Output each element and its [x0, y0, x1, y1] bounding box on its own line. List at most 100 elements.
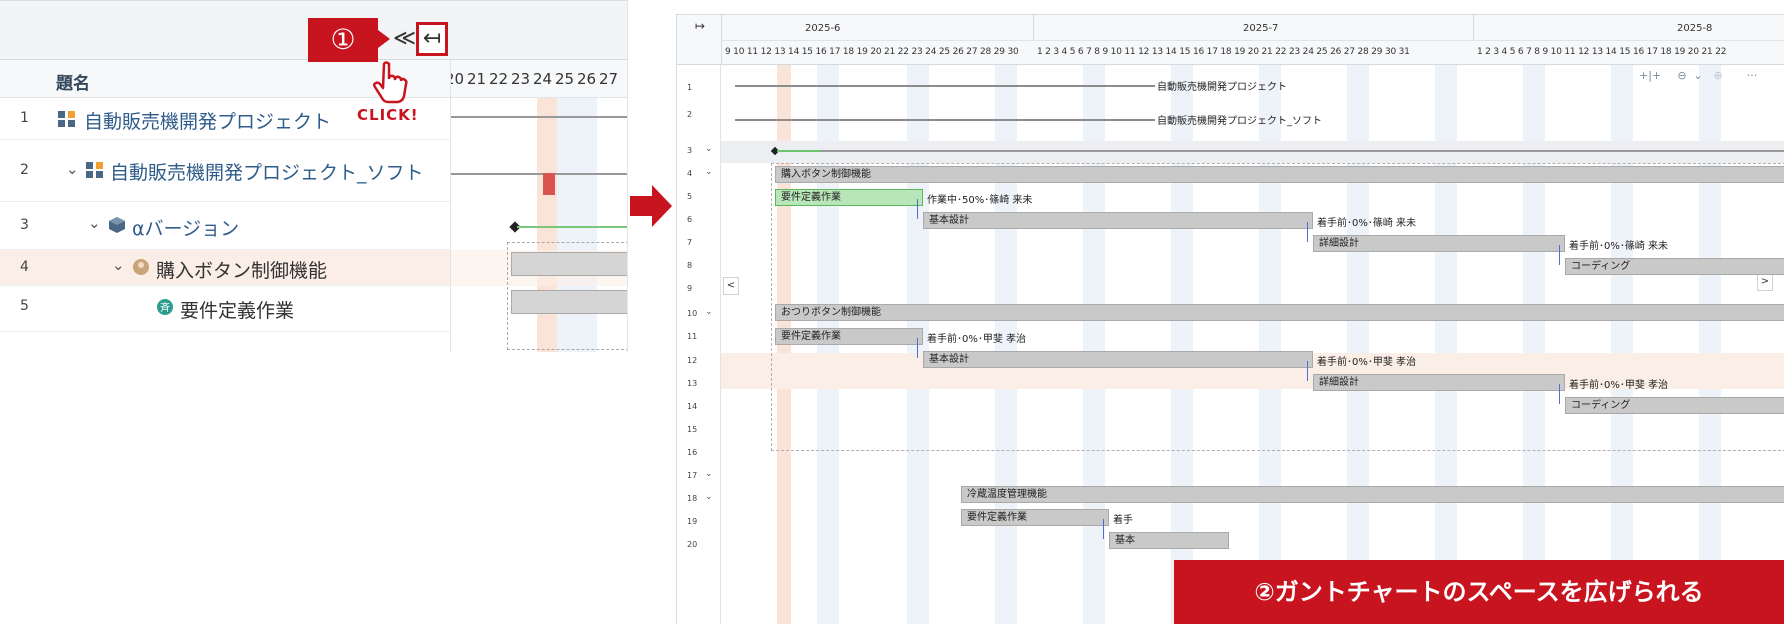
task-label[interactable]: 自動販売機開発プロジェクト_ソフト: [110, 158, 424, 185]
day-label: 22: [489, 70, 509, 88]
collapse-left-button[interactable]: ≪: [393, 28, 416, 50]
svg-text:斉: 斉: [160, 301, 170, 314]
task-bar[interactable]: 要件定義作業: [775, 189, 923, 206]
project-bar[interactable]: [451, 173, 627, 175]
chevron-down-icon[interactable]: ⌄: [705, 469, 713, 479]
zoom-dropdown-icon[interactable]: ⌄: [1691, 67, 1705, 85]
task-bar[interactable]: [511, 290, 627, 314]
dependency-connector: [1559, 245, 1560, 265]
task-bar[interactable]: 詳細設計: [1313, 235, 1565, 252]
month-label: 2025-7: [1243, 23, 1279, 34]
task-label[interactable]: 購入ボタン制御機能: [156, 256, 327, 283]
task-status: 着手前･0%･篠崎 来未: [1317, 218, 1417, 229]
dependency-connector: [1103, 519, 1104, 539]
day-label: 24: [533, 70, 553, 88]
task-row[interactable]: 4 ⌄ 購入ボタン制御機能: [0, 250, 450, 286]
chevron-down-icon[interactable]: ⌄: [66, 160, 79, 178]
version-progress: [777, 150, 821, 152]
version-cube-icon: [108, 216, 128, 234]
task-list-panel: 題名 1 自動販売機開発プロジェクト 2 ⌄ 自動販売機開発プロジェクト_ソフト…: [0, 0, 628, 352]
task-row[interactable]: 5 斉 要件定義作業: [0, 286, 450, 332]
row-number: 5: [20, 298, 29, 314]
task-status: 着手前･0%･甲斐 孝治: [927, 334, 1027, 345]
day-label: 23: [511, 70, 531, 88]
row-number: 10: [687, 309, 698, 318]
dependency-connector: [917, 199, 918, 219]
month-label: 2025-6: [805, 23, 841, 34]
day-labels-june: 9 10 11 12 13 14 15 16 17 18 19 20 21 22…: [725, 47, 1019, 57]
row-number: 3: [20, 217, 29, 233]
row-number: 1: [687, 83, 693, 92]
project-bar[interactable]: [735, 85, 1155, 87]
feature-avatar-icon: [132, 258, 152, 276]
row-number: 4: [20, 259, 29, 275]
chevron-down-icon[interactable]: ⌄: [705, 167, 713, 177]
chevron-down-icon[interactable]: ⌄: [112, 256, 125, 274]
day-label: 25: [555, 70, 575, 88]
project-bar[interactable]: [735, 119, 1155, 121]
fit-icon[interactable]: +|+: [1639, 67, 1661, 85]
task-bar[interactable]: 基本設計: [923, 212, 1313, 229]
gantt-chart-expanded: ↦ 2025-6 2025-7 2025-8 9 10 11 12 13 14 …: [676, 14, 1784, 624]
scroll-left-button[interactable]: <: [723, 277, 739, 295]
task-bar[interactable]: [511, 252, 627, 276]
zoom-out-icon[interactable]: ⊖: [1673, 67, 1691, 85]
row-number: 19: [687, 517, 698, 526]
timeline-header: ↦ 2025-6 2025-7 2025-8 9 10 11 12 13 14 …: [677, 15, 1784, 65]
task-bar[interactable]: コーディング: [1565, 397, 1784, 414]
task-status: 着手前･0%･篠崎 来未: [1569, 241, 1669, 252]
chevron-down-icon[interactable]: ⌄: [705, 307, 713, 317]
task-bar[interactable]: 詳細設計: [1313, 374, 1565, 391]
title-column-header: 題名: [56, 74, 90, 94]
more-options-icon[interactable]: ···: [1741, 67, 1763, 85]
row-number-column: [677, 65, 721, 624]
task-label[interactable]: 要件定義作業: [180, 296, 294, 323]
zoom-in-icon[interactable]: ⊕: [1709, 67, 1727, 85]
version-bar[interactable]: [517, 226, 627, 228]
row-number: 6: [687, 215, 693, 224]
task-bar[interactable]: コーディング: [1565, 258, 1784, 275]
click-label: CLICK!: [357, 106, 419, 124]
feature-bar[interactable]: おつりボタン制御機能: [775, 304, 1784, 321]
task-status: 着手前･0%･甲斐 孝治: [1317, 357, 1417, 368]
task-bar[interactable]: 要件定義作業: [961, 509, 1109, 526]
project-bar[interactable]: [451, 116, 627, 118]
project-icon: [58, 110, 78, 128]
collapse-panel-button[interactable]: ↤: [416, 22, 448, 56]
row-number: 2: [20, 162, 29, 178]
chevron-down-icon[interactable]: ⌄: [705, 144, 713, 154]
chevron-down-icon[interactable]: ⌄: [705, 492, 713, 502]
mini-gantt-area: 20 21 22 23 24 25 26 27: [450, 60, 627, 352]
row-number: 8: [687, 261, 693, 270]
task-label[interactable]: 自動販売機開発プロジェクト: [84, 107, 331, 134]
task-bar[interactable]: 要件定義作業: [775, 328, 923, 345]
dependency-connector: [1559, 384, 1560, 404]
task-row[interactable]: 3 ⌄ αバージョン: [0, 202, 450, 250]
marker: [543, 173, 555, 195]
expand-panel-button[interactable]: ↦: [695, 19, 705, 33]
dependency-connector: [1307, 222, 1308, 242]
feature-bar[interactable]: 冷蔵温度管理機能: [961, 486, 1784, 503]
row-number: 11: [687, 332, 698, 341]
task-bar[interactable]: 基本設計: [923, 351, 1313, 368]
feature-bar[interactable]: 購入ボタン制御機能: [775, 166, 1784, 183]
version-bar[interactable]: [777, 150, 1784, 152]
task-badge-icon: 斉: [156, 298, 176, 316]
row-number: 7: [687, 238, 693, 247]
right-arrow-icon: [630, 185, 672, 231]
task-status: 着手前･0%･甲斐 孝治: [1569, 380, 1669, 391]
day-label: 26: [577, 70, 597, 88]
day-label: 20: [451, 70, 465, 88]
chevron-down-icon[interactable]: ⌄: [88, 214, 101, 232]
task-label[interactable]: αバージョン: [132, 214, 239, 241]
task-row[interactable]: 2 ⌄ 自動販売機開発プロジェクト_ソフト: [0, 140, 450, 202]
gantt-toolbar: +|+ ⊖ ⌄ ⊕ ···: [1637, 65, 1784, 89]
day-labels-july: 1 2 3 4 5 6 7 8 9 10 11 12 13 14 15 16 1…: [1037, 47, 1410, 57]
project-bar-label: 自動販売機開発プロジェクト_ソフト: [1157, 116, 1322, 127]
row-number: 4: [687, 169, 693, 178]
task-bar[interactable]: 基本: [1109, 532, 1229, 549]
project-bar-label: 自動販売機開発プロジェクト: [1157, 82, 1287, 93]
row-number: 16: [687, 448, 698, 457]
selected-row: [721, 141, 1784, 163]
row-number: 5: [687, 192, 693, 201]
